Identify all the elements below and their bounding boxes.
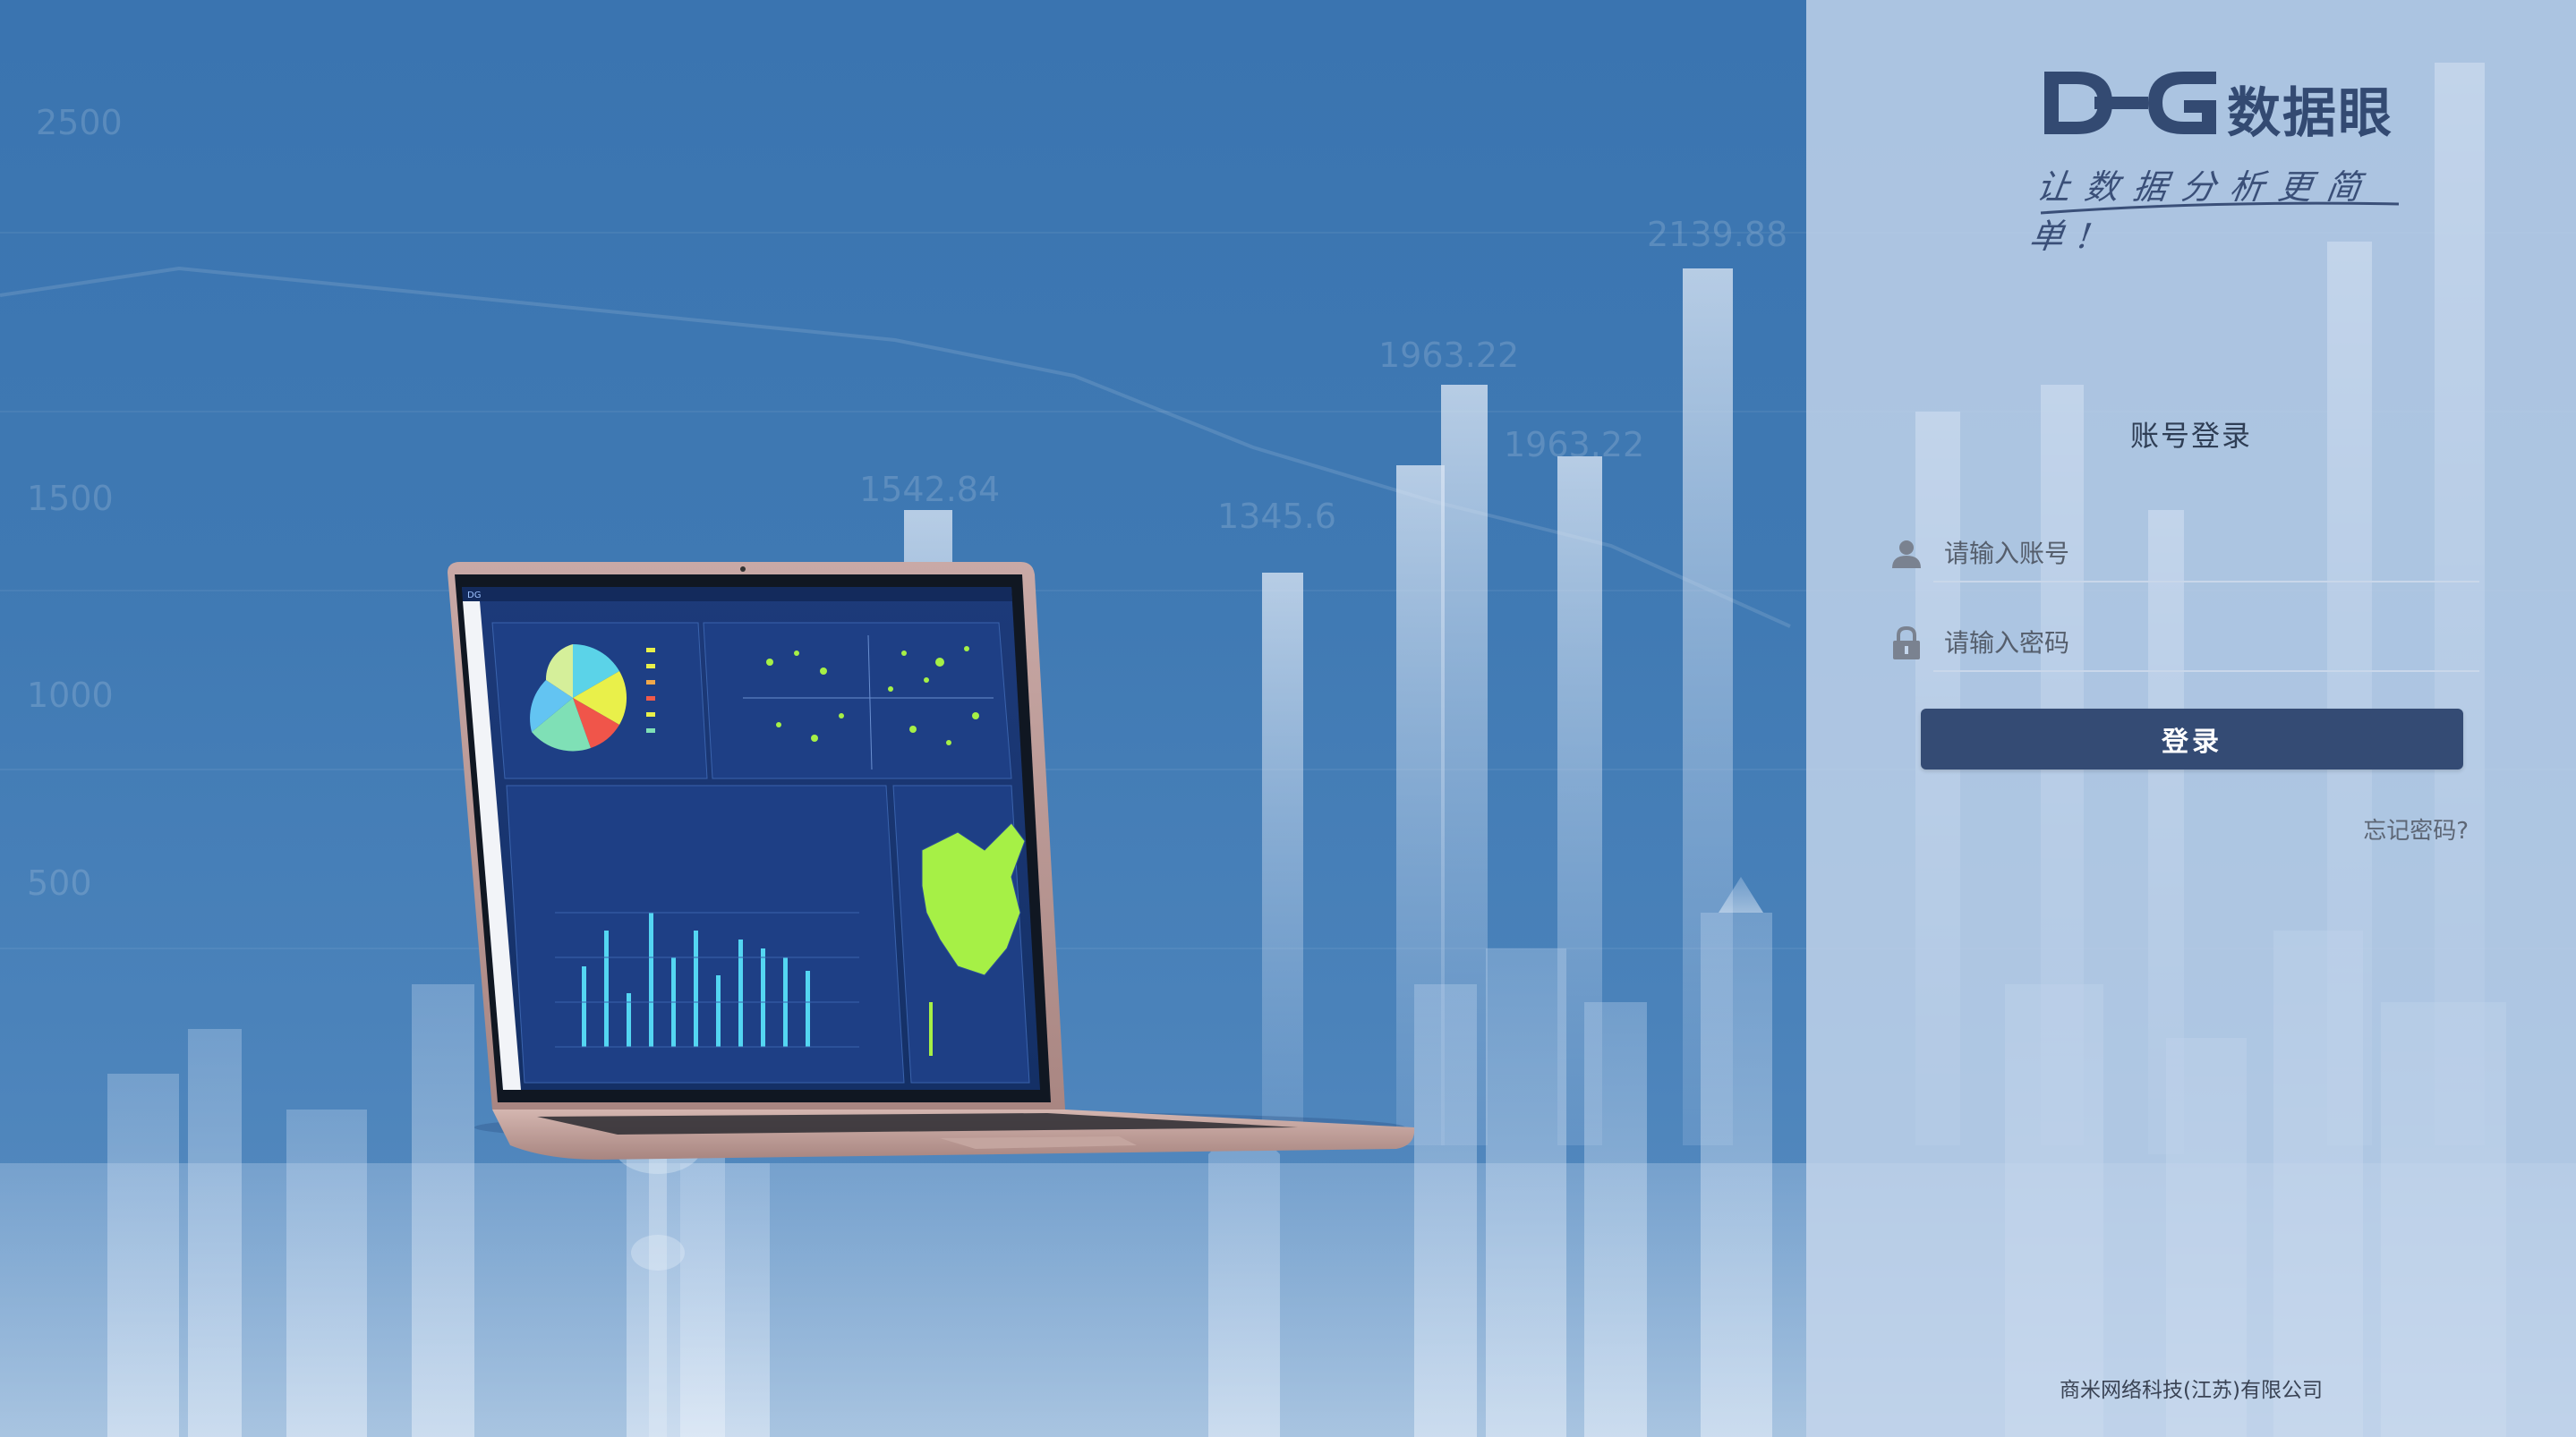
brand-logo: 数据眼 让数据分析更简单! — [2027, 63, 2417, 256]
svg-text:2139.88: 2139.88 — [1647, 215, 1787, 254]
login-panel: 数据眼 让数据分析更简单! 账号登录 登录 忘记密码 — [1806, 0, 2576, 1437]
password-input[interactable] — [1933, 627, 2479, 658]
password-field — [1880, 612, 2479, 675]
user-icon — [1880, 527, 1933, 581]
brand-name: 数据眼 — [2227, 82, 2393, 145]
svg-text:1000: 1000 — [27, 676, 114, 715]
laptop-illustration: DG — [439, 555, 1423, 1163]
slogan-underline — [2040, 201, 2400, 215]
account-input-wrap — [1933, 525, 2479, 582]
account-input[interactable] — [1933, 538, 2479, 568]
svg-text:DG: DG — [467, 591, 481, 600]
login-button[interactable]: 登录 — [1921, 709, 2463, 770]
svg-text:1963.22: 1963.22 — [1504, 425, 1644, 464]
svg-text:500: 500 — [27, 863, 92, 903]
svg-text:2500: 2500 — [36, 103, 123, 142]
login-title: 账号登录 — [2129, 419, 2252, 453]
forgot-password-link[interactable]: 忘记密码? — [2363, 812, 2469, 846]
footer-company: 商米网络科技(江苏)有限公司 — [2060, 1379, 2323, 1402]
svg-text:1542.84: 1542.84 — [859, 470, 1000, 509]
logo-mark-icon — [2044, 72, 2216, 134]
laptop-svg: DG — [448, 562, 1415, 1160]
svg-text:1963.22: 1963.22 — [1378, 336, 1519, 375]
svg-text:1500: 1500 — [27, 479, 114, 518]
password-input-wrap — [1933, 615, 2479, 672]
lock-icon — [1880, 616, 1933, 670]
account-field — [1880, 523, 2479, 585]
svg-text:1345.6: 1345.6 — [1217, 497, 1336, 536]
